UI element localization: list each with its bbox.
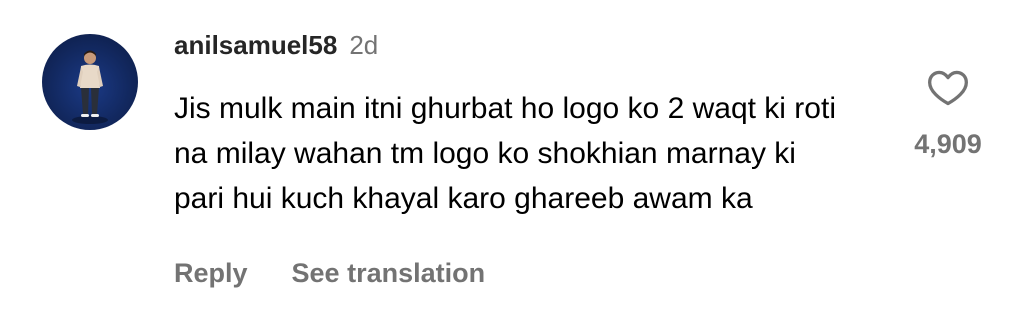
username[interactable]: anilsamuel58	[174, 30, 337, 61]
see-translation-button[interactable]: See translation	[292, 258, 486, 289]
heart-icon[interactable]	[926, 66, 970, 110]
comment-text: Jis mulk main itni ghurbat ho logo ko 2 …	[174, 92, 836, 215]
comment-header: anilsamuel58 2d	[174, 30, 378, 62]
like-count: 4,909	[914, 129, 982, 159]
timestamp: 2d	[349, 30, 379, 60]
avatar[interactable]	[42, 34, 138, 130]
avatar-figure	[72, 50, 108, 124]
comment-actions: Reply See translation	[174, 258, 485, 289]
like-section: 4,909	[898, 66, 998, 160]
reply-button[interactable]: Reply	[174, 258, 248, 289]
comment: anilsamuel58 2d Jis mulk main itni ghurb…	[0, 0, 1024, 320]
